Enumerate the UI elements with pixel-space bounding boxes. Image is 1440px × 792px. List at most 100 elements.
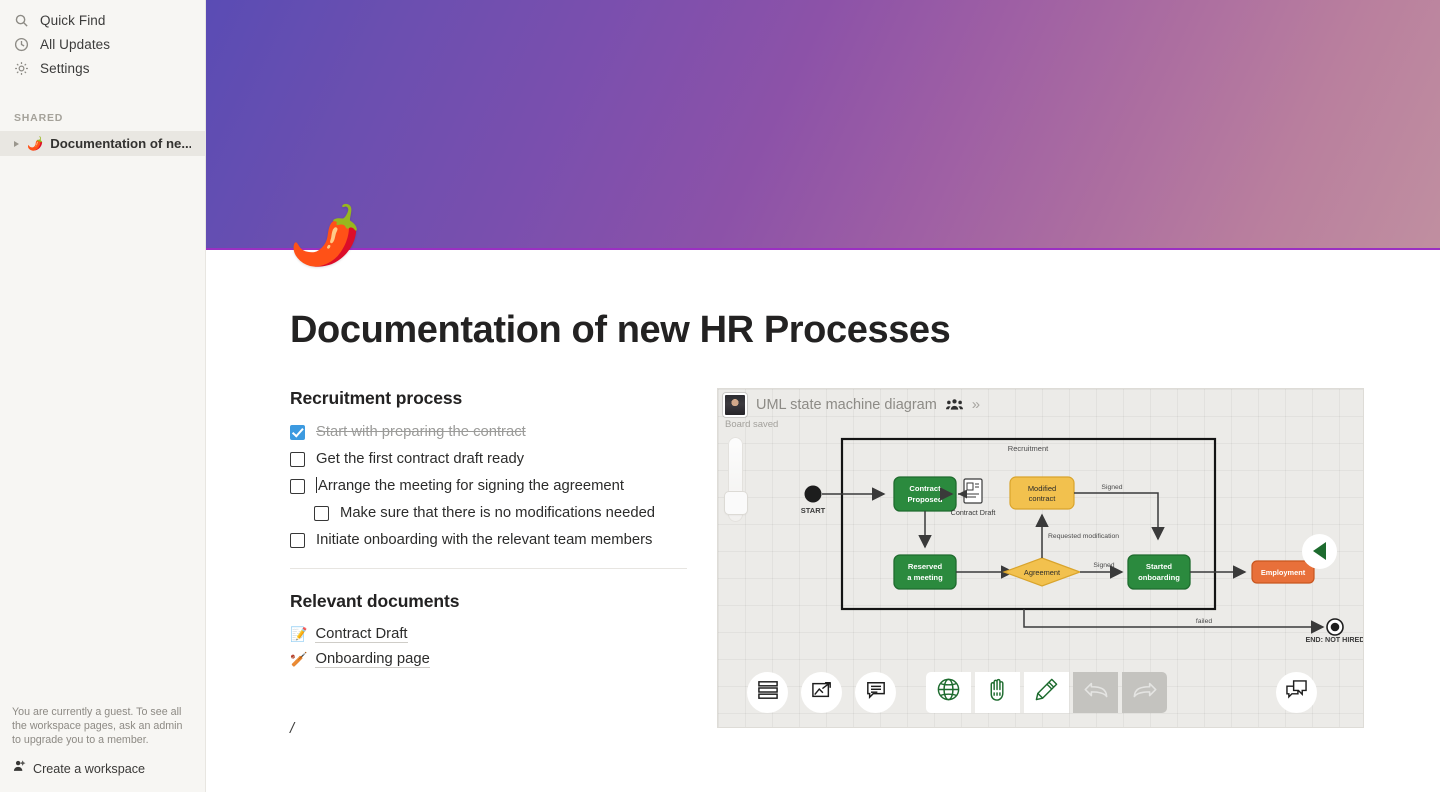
sidebar: Quick Find All Updates Settings SHARED 🌶… <box>0 0 206 792</box>
redo-icon <box>1132 679 1158 706</box>
list-item[interactable]: 🏏 Onboarding page <box>290 647 687 672</box>
chevron-right-icon[interactable] <box>14 140 19 147</box>
todo-item[interactable]: Make sure that there is no modifications… <box>290 500 687 527</box>
svg-text:Employment: Employment <box>1261 568 1306 577</box>
svg-text:Signed: Signed <box>1093 562 1114 569</box>
sidebar-item-label: Settings <box>40 60 90 76</box>
guest-notice: You are currently a guest. To see all th… <box>12 706 183 746</box>
avatar[interactable] <box>723 392 747 417</box>
sidebar-item-all-updates[interactable]: All Updates <box>0 32 205 56</box>
todo-item[interactable]: Start with preparing the contract <box>290 419 687 446</box>
svg-text:a meeting: a meeting <box>907 573 943 582</box>
svg-text:Contract: Contract <box>909 484 941 493</box>
sidebar-footer: You are currently a guest. To see all th… <box>0 695 206 792</box>
todo-item[interactable]: Get the first contract draft ready <box>290 446 687 473</box>
undo-icon <box>1083 679 1109 706</box>
right-column: UML state machine diagram » Board saved <box>717 387 1440 737</box>
undo-button[interactable] <box>1073 671 1118 713</box>
checkbox-icon[interactable] <box>314 505 329 521</box>
page-cover-banner[interactable] <box>206 0 1440 250</box>
hand-icon <box>986 677 1010 707</box>
whiteboard-embed[interactable]: UML state machine diagram » Board saved <box>717 387 1364 728</box>
todo-item[interactable]: Arrange the meeting for signing the agre… <box>290 473 687 500</box>
svg-text:Contract Draft: Contract Draft <box>951 508 996 517</box>
create-workspace-label: Create a workspace <box>33 761 145 776</box>
left-triangle-icon <box>1313 542 1326 561</box>
state-modified-contract <box>1009 476 1075 510</box>
svg-text:Modified: Modified <box>1028 484 1056 493</box>
memo-icon: 📝 <box>290 626 308 643</box>
whiteboard-header: UML state machine diagram » <box>723 392 980 417</box>
list-item[interactable]: 📝 Contract Draft <box>290 622 687 647</box>
svg-text:Requested modification: Requested modification <box>1048 533 1119 540</box>
svg-text:END: NOT HIRED: END: NOT HIRED <box>1305 635 1364 644</box>
redo-button[interactable] <box>1122 671 1167 713</box>
page-icon-chili[interactable]: 🌶️ <box>289 207 361 265</box>
svg-text:contract: contract <box>1029 494 1057 503</box>
document-body: Documentation of new HR Processes Recrui… <box>206 250 1440 737</box>
sidebar-section-shared: SHARED <box>14 112 64 124</box>
clock-icon <box>14 37 29 52</box>
chat-button[interactable] <box>1276 671 1317 713</box>
state-started-onboarding <box>1127 554 1191 590</box>
whiteboard-title[interactable]: UML state machine diagram <box>756 397 937 413</box>
svg-text:Started: Started <box>1146 562 1173 571</box>
main-content: 🌶️ Documentation of new HR Processes Rec… <box>206 0 1440 792</box>
app-root: Quick Find All Updates Settings SHARED 🌶… <box>0 0 1440 792</box>
create-workspace-button[interactable]: Create a workspace <box>12 759 194 778</box>
left-column: Recruitment process Start with preparing… <box>290 388 687 737</box>
whiteboard-toolbar <box>747 671 1167 713</box>
text-cursor <box>316 476 317 493</box>
state-contract-proposed <box>893 476 957 512</box>
comment-button[interactable] <box>855 671 896 713</box>
start-state <box>804 485 822 503</box>
pan-button[interactable] <box>975 671 1020 713</box>
expand-chevron-icon[interactable]: » <box>972 396 980 413</box>
todo-label: Get the first contract draft ready <box>316 450 525 467</box>
uml-state-machine-diagram[interactable]: Recruitment START Contract Proposed Cont… <box>718 427 1364 687</box>
checkbox-icon[interactable] <box>290 532 305 548</box>
sidebar-nav: Quick Find All Updates Settings SHARED 🌶… <box>0 0 205 156</box>
sidebar-page-documentation[interactable]: 🌶️ Documentation of ne... <box>0 131 205 156</box>
speech-bubble-icon <box>865 680 887 705</box>
chat-bubbles-icon <box>1285 679 1308 705</box>
checkbox-icon[interactable] <box>290 451 305 467</box>
sidebar-item-quick-find[interactable]: Quick Find <box>0 8 205 32</box>
search-icon <box>14 13 29 28</box>
checkbox-checked-icon[interactable] <box>290 424 305 440</box>
heading-relevant-documents[interactable]: Relevant documents <box>290 591 687 612</box>
heading-recruitment-process[interactable]: Recruitment process <box>290 388 687 409</box>
draw-button[interactable] <box>1024 671 1069 713</box>
todo-item[interactable]: Initiate onboarding with the relevant te… <box>290 527 687 554</box>
todo-label: Start with preparing the contract <box>316 423 526 440</box>
svg-text:onboarding: onboarding <box>1138 573 1180 582</box>
sidebar-page-label: Documentation of ne... <box>50 136 191 151</box>
svg-text:Proposed: Proposed <box>907 495 942 504</box>
frame-label: Recruitment <box>1008 444 1049 453</box>
page-title[interactable]: Documentation of new HR Processes <box>290 309 1440 352</box>
svg-text:Agreement: Agreement <box>1024 568 1060 577</box>
collaborators-icon[interactable] <box>945 398 963 411</box>
content-columns: Recruitment process Start with preparing… <box>290 387 1440 737</box>
globe-button[interactable] <box>926 671 971 713</box>
globe-icon <box>936 677 961 707</box>
slash-command-placeholder[interactable]: / <box>290 720 687 737</box>
sidebar-item-settings[interactable]: Settings <box>0 56 205 80</box>
todo-label: Arrange the meeting for signing the agre… <box>318 477 624 494</box>
menu-button[interactable] <box>747 671 788 713</box>
chili-pepper-icon: 🌶️ <box>27 136 44 151</box>
cricket-bat-icon: 🏏 <box>290 651 308 668</box>
export-button[interactable] <box>801 671 842 713</box>
link-contract-draft[interactable]: Contract Draft <box>315 626 408 643</box>
collapse-panel-button[interactable] <box>1302 533 1337 569</box>
pencil-icon <box>1034 677 1059 707</box>
checkbox-icon[interactable] <box>290 478 305 494</box>
sidebar-item-label: All Updates <box>40 36 111 52</box>
link-onboarding-page[interactable]: Onboarding page <box>315 651 430 668</box>
tool-group <box>926 671 1167 713</box>
todo-label: Initiate onboarding with the relevant te… <box>316 531 653 548</box>
sidebar-item-label: Quick Find <box>40 12 106 28</box>
share-image-icon <box>811 680 833 705</box>
svg-text:Signed: Signed <box>1101 484 1122 491</box>
todo-label: Make sure that there is no modifications… <box>340 504 656 521</box>
